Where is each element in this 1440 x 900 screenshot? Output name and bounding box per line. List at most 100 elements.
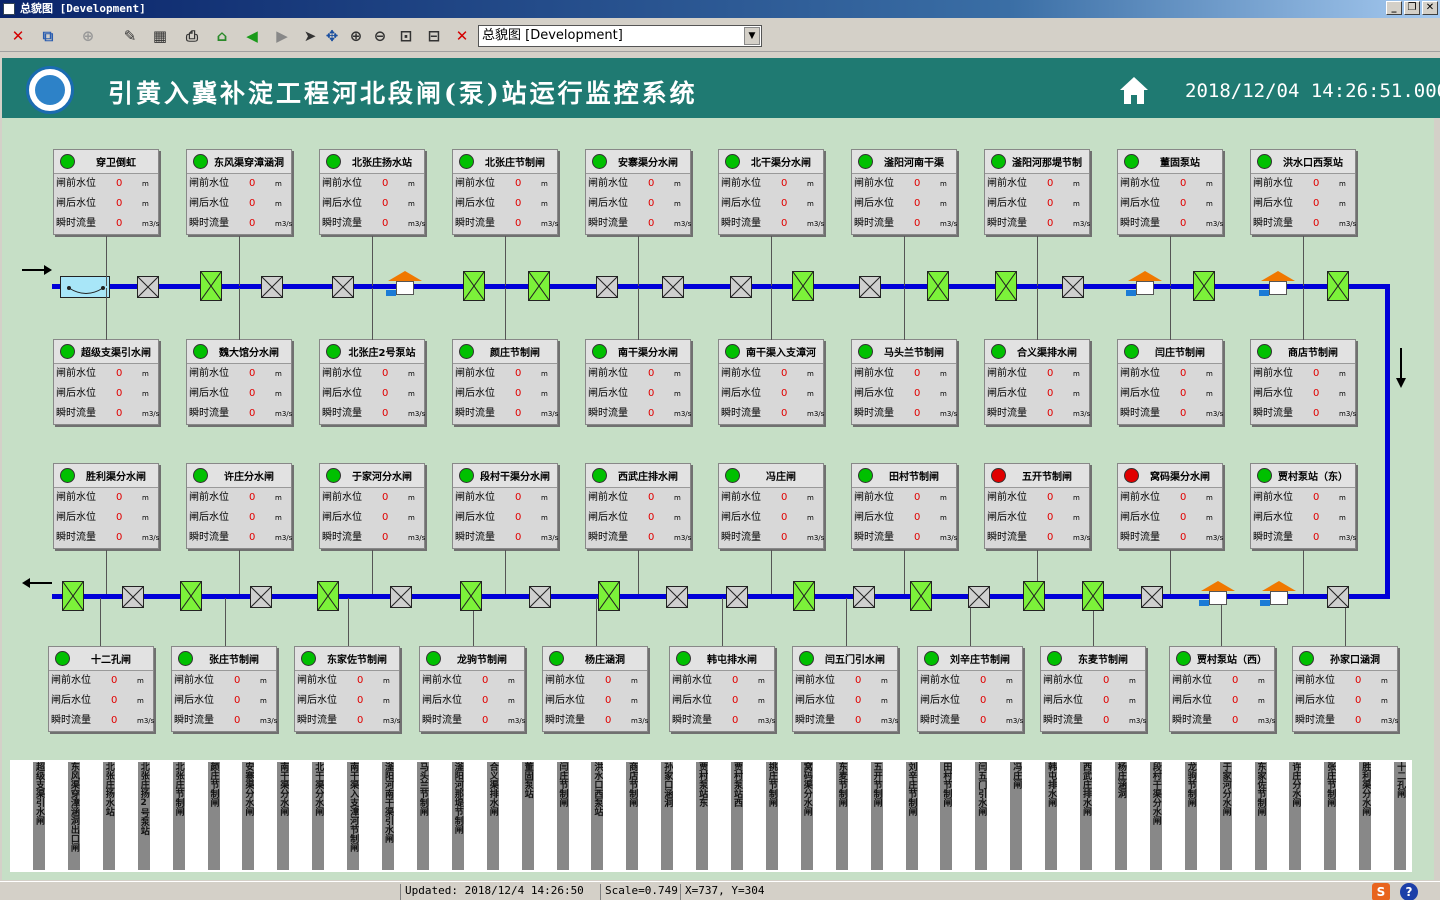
gate-closed-icon[interactable] [968, 586, 990, 608]
gate-closed-icon[interactable] [662, 276, 684, 298]
station-card[interactable]: 窝码渠分水闸 闸前水位 0 m 闸后水位 0 m 瞬时流量 0 m3/s [1117, 463, 1223, 549]
vertical-station-label[interactable]: 五开节制闸 [870, 762, 883, 870]
station-card[interactable]: 颜庄节制闸 闸前水位 0 m 闸后水位 0 m 瞬时流量 0 m3/s [452, 339, 558, 425]
gate-open-icon[interactable] [200, 271, 222, 301]
vertical-station-label[interactable]: 南干渠入支漳河节制闸 [347, 762, 360, 870]
pan-icon[interactable]: ✥ [322, 26, 342, 46]
vertical-station-label[interactable]: 田村节制闸 [940, 762, 953, 870]
vertical-station-label[interactable]: 东家佐节制闸 [1254, 762, 1267, 870]
vertical-station-label[interactable]: 许庄分水闸 [1289, 762, 1302, 870]
vertical-station-label[interactable]: 于家河分水闸 [1219, 762, 1232, 870]
vertical-station-label[interactable]: 马头兰节制闸 [416, 762, 429, 870]
vertical-station-label[interactable]: 滏阳河那堤节制闸 [451, 762, 464, 870]
home-button-icon[interactable] [1118, 74, 1150, 106]
close-button[interactable]: ✕ [1422, 1, 1438, 15]
gate-open-icon[interactable] [793, 581, 815, 611]
zoom-fit-icon[interactable]: ⊟ [424, 26, 444, 46]
station-card[interactable]: 韩屯排水闸 闸前水位 0 m 闸后水位 0 m 瞬时流量 0 m3/s [669, 646, 775, 732]
vertical-station-label[interactable]: 龙驹节制闸 [1184, 762, 1197, 870]
station-card[interactable]: 东家佐节制闸 闸前水位 0 m 闸后水位 0 m 瞬时流量 0 m3/s [294, 646, 400, 732]
station-card[interactable]: 北张庄节制闸 闸前水位 0 m 闸后水位 0 m 瞬时流量 0 m3/s [452, 149, 558, 235]
gate-open-icon[interactable] [62, 581, 84, 611]
ime-icon[interactable]: S [1372, 883, 1390, 900]
cancel-icon[interactable]: ✕ [452, 26, 472, 46]
station-card[interactable]: 北张庄2号泵站 闸前水位 0 m 闸后水位 0 m 瞬时流量 0 m3/s [319, 339, 425, 425]
vertical-station-label[interactable]: 孙家口涵洞 [661, 762, 674, 870]
print-icon[interactable]: ⎙ [182, 26, 202, 46]
vertical-station-label[interactable]: 北干渠分水闸 [312, 762, 325, 870]
gate-closed-icon[interactable] [250, 586, 272, 608]
edit-icon[interactable]: ✎ [120, 26, 140, 46]
station-card[interactable]: 五开节制闸 闸前水位 0 m 闸后水位 0 m 瞬时流量 0 m3/s [984, 463, 1090, 549]
pump-station-icon[interactable] [1126, 271, 1162, 299]
gate-closed-icon[interactable] [853, 586, 875, 608]
pump-station-icon[interactable] [1259, 271, 1295, 299]
station-card[interactable]: 董固泵站 闸前水位 0 m 闸后水位 0 m 瞬时流量 0 m3/s [1117, 149, 1223, 235]
gate-open-icon[interactable] [1082, 581, 1104, 611]
vertical-station-label[interactable]: 段村干渠分水闸 [1149, 762, 1162, 870]
gate-open-icon[interactable] [463, 271, 485, 301]
gate-closed-icon[interactable] [122, 586, 144, 608]
gate-open-icon[interactable] [598, 581, 620, 611]
vertical-station-label[interactable]: 颜庄节制闸 [207, 762, 220, 870]
gate-open-icon[interactable] [1327, 271, 1349, 301]
gate-closed-icon[interactable] [261, 276, 283, 298]
station-card[interactable]: 南干渠入支漳河 闸前水位 0 m 闸后水位 0 m 瞬时流量 0 m3/s [718, 339, 824, 425]
station-card[interactable]: 龙驹节制闸 闸前水位 0 m 闸后水位 0 m 瞬时流量 0 m3/s [419, 646, 525, 732]
station-card[interactable]: 西武庄排水闸 闸前水位 0 m 闸后水位 0 m 瞬时流量 0 m3/s [585, 463, 691, 549]
station-card[interactable]: 魏大馆分水闸 闸前水位 0 m 闸后水位 0 m 瞬时流量 0 m3/s [186, 339, 292, 425]
station-card[interactable]: 闫五门引水闸 闸前水位 0 m 闸后水位 0 m 瞬时流量 0 m3/s [792, 646, 898, 732]
vertical-station-label[interactable]: 窝码渠分水闸 [800, 762, 813, 870]
station-card[interactable]: 超级支渠引水闸 闸前水位 0 m 闸后水位 0 m 瞬时流量 0 m3/s [53, 339, 159, 425]
station-card[interactable]: 安寨渠分水闸 闸前水位 0 m 闸后水位 0 m 瞬时流量 0 m3/s [585, 149, 691, 235]
vertical-station-label[interactable]: 洪水口西泵站 [591, 762, 604, 870]
minimize-button[interactable]: _ [1386, 1, 1402, 15]
vertical-station-label[interactable]: 安寨渠分水闸 [242, 762, 255, 870]
gate-closed-icon[interactable] [1327, 586, 1349, 608]
vertical-station-label[interactable]: 贾村泵站西 [731, 762, 743, 870]
vertical-station-label[interactable]: 贾村泵站东 [696, 762, 709, 870]
vertical-station-label[interactable]: 北张庄扬水站 [102, 762, 115, 870]
vertical-station-label[interactable]: 北张庄扬2号泵站 [137, 762, 150, 870]
attach-icon[interactable]: ⊕ [78, 26, 98, 46]
gate-open-icon[interactable] [460, 581, 482, 611]
gate-open-icon[interactable] [1023, 581, 1045, 611]
station-card[interactable]: 杨庄涵洞 闸前水位 0 m 闸后水位 0 m 瞬时流量 0 m3/s [542, 646, 648, 732]
station-card[interactable]: 洪水口西泵站 闸前水位 0 m 闸后水位 0 m 瞬时流量 0 m3/s [1250, 149, 1356, 235]
vertical-station-label[interactable]: 韩屯排水闸 [1045, 762, 1058, 870]
station-card[interactable]: 贾村泵站（西） 闸前水位 0 m 闸后水位 0 m 瞬时流量 0 m3/s [1169, 646, 1275, 732]
station-card[interactable]: 合义渠排水闸 闸前水位 0 m 闸后水位 0 m 瞬时流量 0 m3/s [984, 339, 1090, 425]
station-card[interactable]: 东风渠穿漳涵洞 闸前水位 0 m 闸后水位 0 m 瞬时流量 0 m3/s [186, 149, 292, 235]
gate-closed-icon[interactable] [666, 586, 688, 608]
vertical-station-label[interactable]: 刘辛庄节制闸 [905, 762, 918, 870]
grid-icon[interactable]: ▦ [150, 26, 170, 46]
back-icon[interactable]: ◀ [242, 26, 262, 46]
zoom-window-icon[interactable]: ⊡ [396, 26, 416, 46]
station-card[interactable]: 闫庄节制闸 闸前水位 0 m 闸后水位 0 m 瞬时流量 0 m3/s [1117, 339, 1223, 425]
view-select[interactable]: 总貌图 [Development] ▼ [478, 25, 762, 47]
vertical-station-label[interactable]: 东麦节制闸 [835, 762, 848, 870]
station-card[interactable]: 张庄节制闸 闸前水位 0 m 闸后水位 0 m 瞬时流量 0 m3/s [171, 646, 277, 732]
close-icon[interactable]: ✕ [8, 26, 28, 46]
gate-open-icon[interactable] [792, 271, 814, 301]
vertical-station-label[interactable]: 杨庄涵洞 [1114, 762, 1127, 870]
vertical-station-label[interactable]: 闫五门引水闸 [975, 762, 988, 870]
gate-closed-icon[interactable] [529, 586, 551, 608]
vertical-station-label[interactable]: 董固泵站 [521, 762, 534, 870]
vertical-station-label[interactable]: 合义渠排水闸 [486, 762, 499, 870]
station-card[interactable]: 贾村泵站（东） 闸前水位 0 m 闸后水位 0 m 瞬时流量 0 m3/s [1250, 463, 1356, 549]
station-card[interactable]: 北张庄扬水站 闸前水位 0 m 闸后水位 0 m 瞬时流量 0 m3/s [319, 149, 425, 235]
gate-open-icon[interactable] [180, 581, 202, 611]
vertical-station-label[interactable]: 北张庄节制闸 [172, 762, 185, 870]
station-card[interactable]: 田村节制闸 闸前水位 0 m 闸后水位 0 m 瞬时流量 0 m3/s [851, 463, 957, 549]
gate-closed-icon[interactable] [726, 586, 748, 608]
vertical-station-label[interactable]: 张庄节制闸 [1324, 762, 1337, 870]
home-icon[interactable]: ⌂ [212, 26, 232, 46]
gate-closed-icon[interactable] [1141, 586, 1163, 608]
zoom-out-icon[interactable]: ⊖ [370, 26, 390, 46]
pointer-icon[interactable]: ➤ [300, 26, 320, 46]
pump-station-icon[interactable] [1199, 581, 1235, 609]
vertical-station-label[interactable]: 冯庄闸 [1010, 762, 1023, 870]
gate-closed-icon[interactable] [332, 276, 354, 298]
station-card[interactable]: 段村干渠分水闸 闸前水位 0 m 闸后水位 0 m 瞬时流量 0 m3/s [452, 463, 558, 549]
